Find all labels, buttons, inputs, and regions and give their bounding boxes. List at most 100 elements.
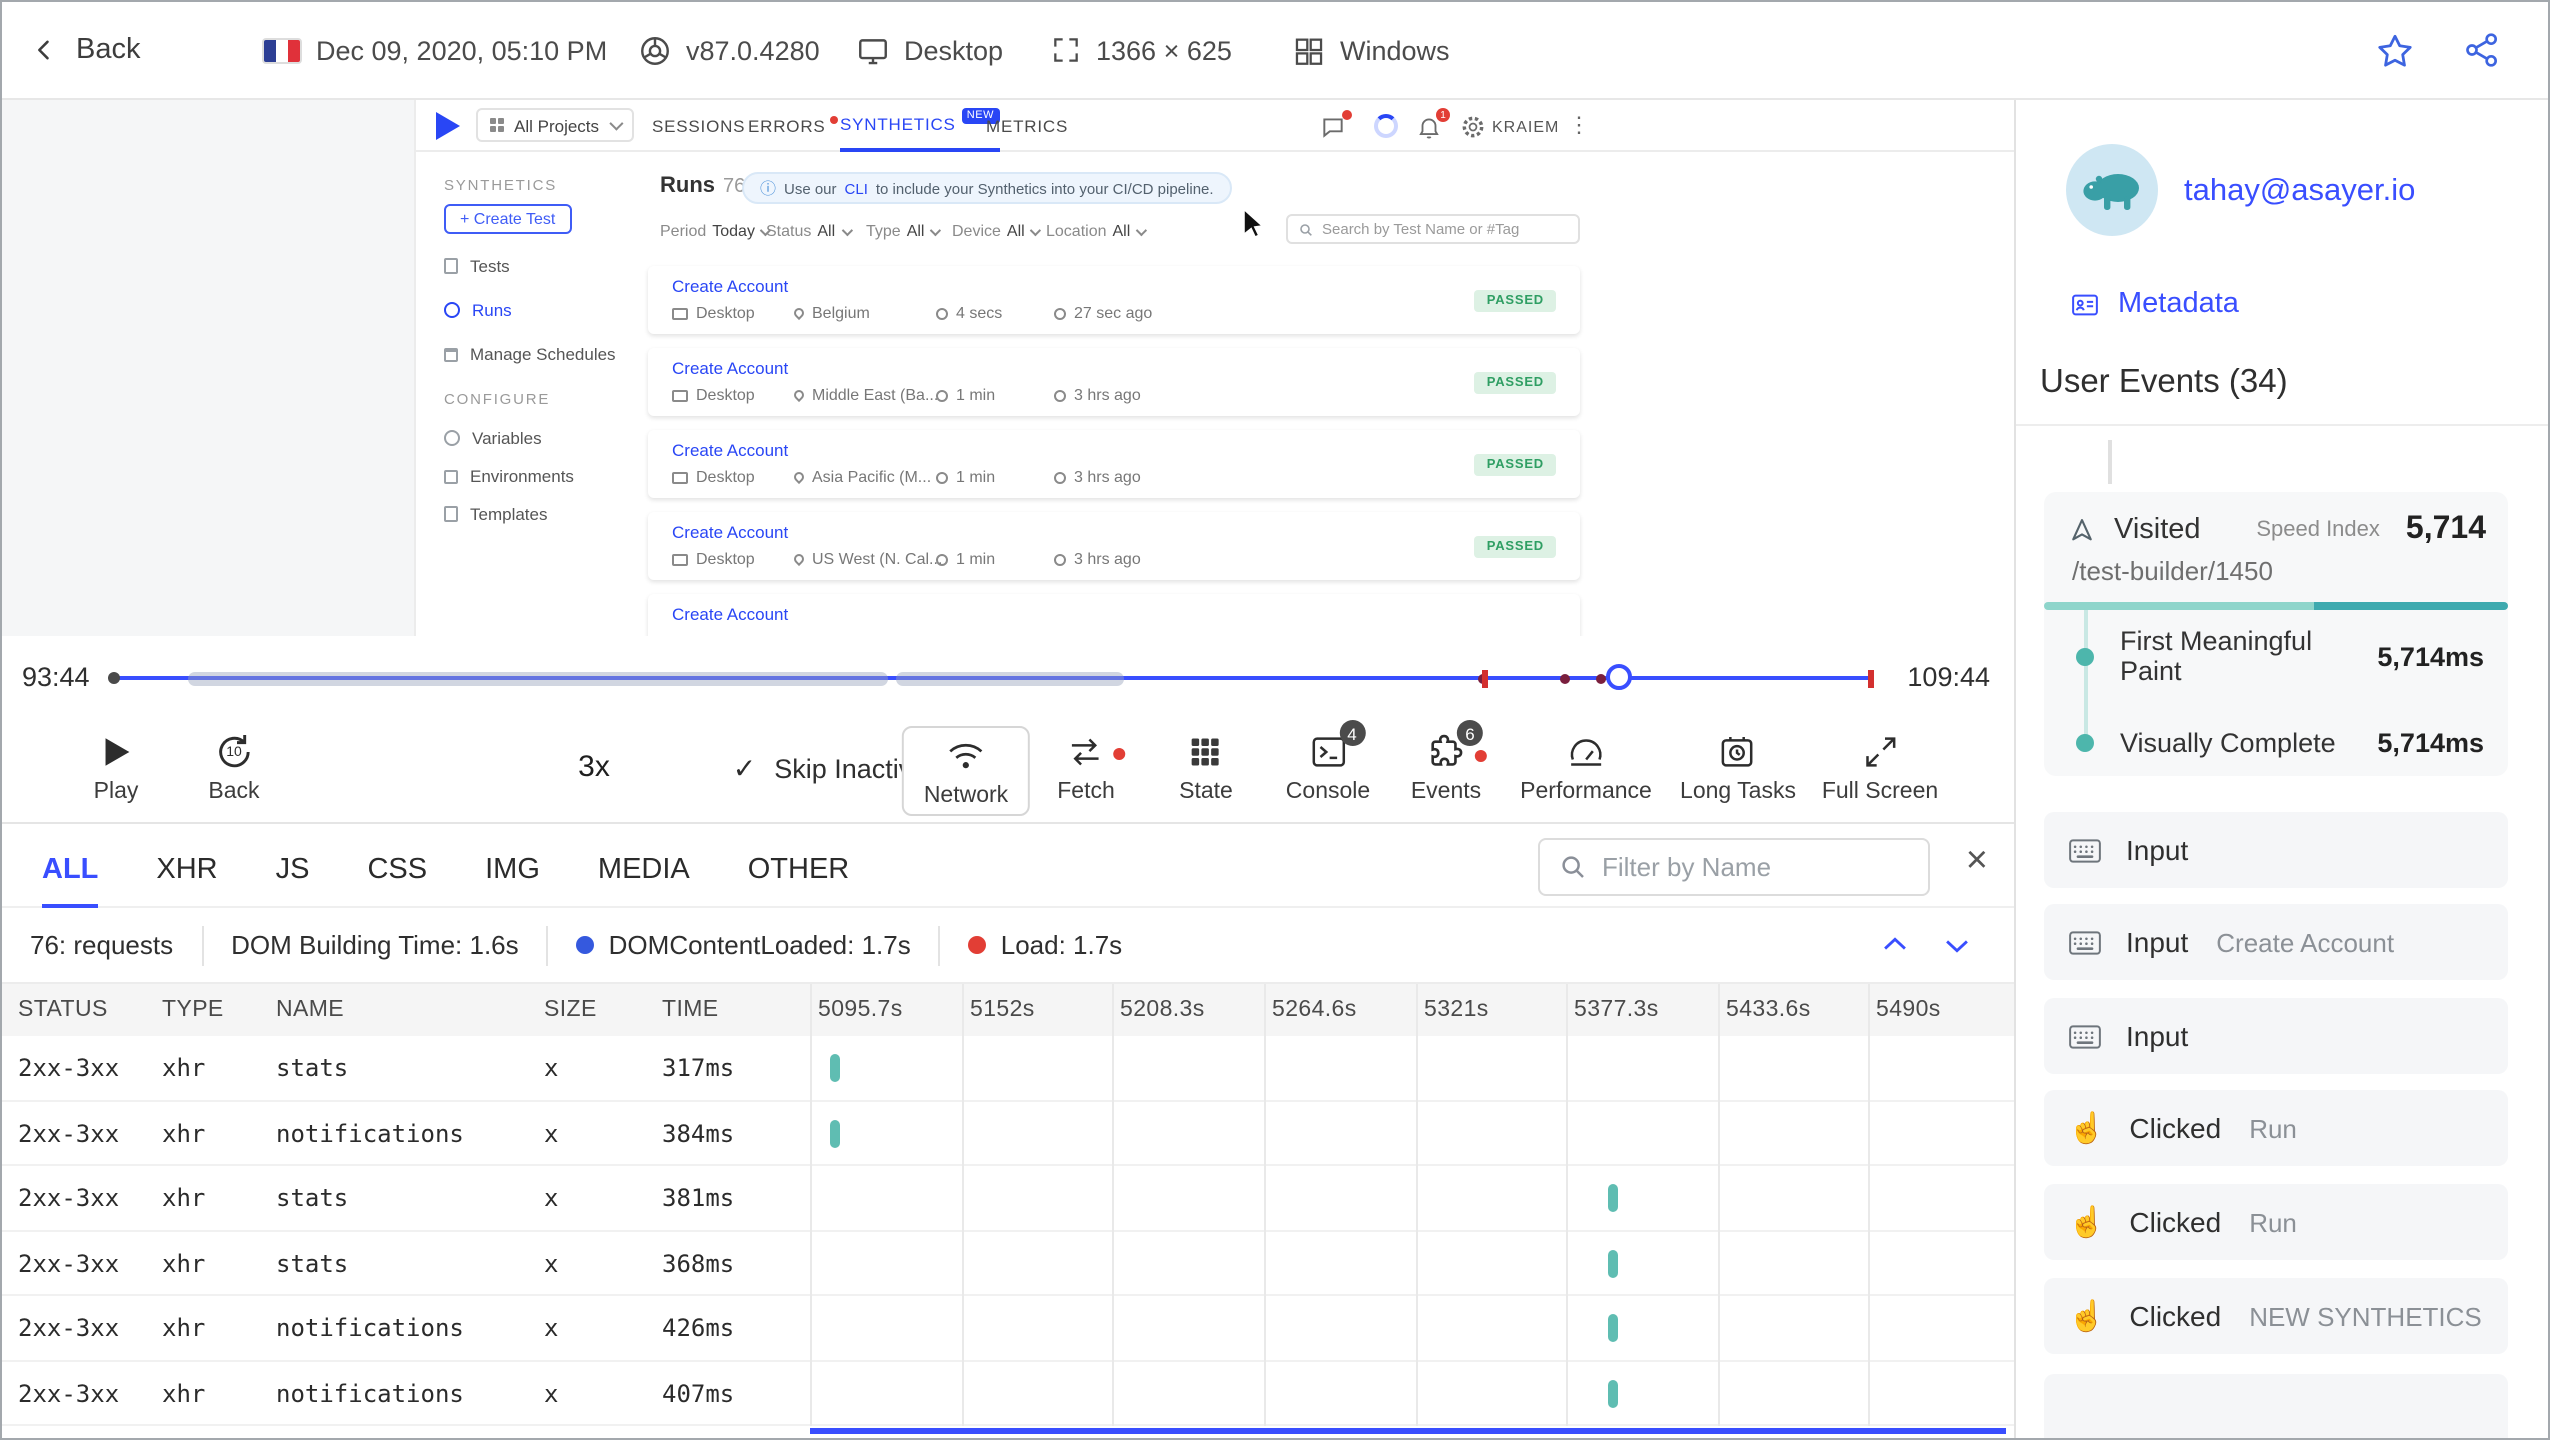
event-marker[interactable] <box>1596 673 1606 683</box>
cli-banner: ⓘ Use our CLI to include your Synthetics… <box>742 172 1232 204</box>
performance-button[interactable]: Performance <box>1520 730 1652 804</box>
metric-label: Visually Complete <box>2120 727 2336 757</box>
request-row[interactable]: 2xx-3xx xhr stats x 381ms <box>2 1166 2014 1231</box>
tab-all[interactable]: ALL <box>42 854 99 908</box>
input-event-card[interactable]: Input Create Account <box>2044 904 2508 980</box>
project-selector-label: All Projects <box>514 115 600 135</box>
fetch-button[interactable]: Fetch <box>1057 730 1126 804</box>
timer-icon <box>936 307 948 319</box>
create-test-button: + Create Test <box>444 204 572 234</box>
id-card-icon <box>2068 289 2102 319</box>
pin-icon <box>791 387 807 403</box>
back-10s-button[interactable]: 10 Back <box>208 730 260 804</box>
input-event-card[interactable]: Input <box>2044 998 2508 1074</box>
windows-icon <box>1292 33 1326 67</box>
tab-other[interactable]: OTHER <box>748 854 850 908</box>
error-marker[interactable] <box>1868 669 1873 687</box>
run-ago: 3 hrs ago <box>1074 550 1141 568</box>
time-col: 5433.6s <box>1726 998 1811 1022</box>
play-icon <box>94 730 138 774</box>
panel-scrollbar[interactable] <box>810 1428 2006 1434</box>
tab-img[interactable]: IMG <box>485 854 540 908</box>
runs-title-label: Runs <box>660 174 715 198</box>
top-bar: Back Dec 09, 2020, 05:10 PM v87.0.4280 D… <box>2 2 2548 100</box>
request-row[interactable]: 2xx-3xx xhr notifications x 384ms <box>2 1101 2014 1166</box>
sidebar-item-templates: Templates <box>444 504 548 524</box>
tab-js[interactable]: JS <box>276 854 310 908</box>
run-card: Create Account PASSED <box>648 594 1580 636</box>
performance-label: Performance <box>1520 780 1652 804</box>
request-row[interactable]: 2xx-3xx xhr stats x 368ms <box>2 1231 2014 1296</box>
request-row[interactable]: 2xx-3xx xhr stats x 317ms <box>2 1036 2014 1101</box>
run-duration: 4 secs <box>956 304 1003 322</box>
run-location: Asia Pacific (M... <box>812 468 932 486</box>
input-event-card[interactable]: Input <box>2044 812 2508 888</box>
timeline-track[interactable] <box>108 664 1873 690</box>
browser-version: v87.0.4280 <box>686 35 820 65</box>
network-button[interactable]: Network <box>901 726 1031 816</box>
long-tasks-button[interactable]: Long Tasks <box>1680 730 1796 804</box>
playhead-handle[interactable] <box>1606 664 1632 690</box>
event-detail: Run <box>2249 1207 2297 1237</box>
request-row[interactable]: 2xx-3xx xhr notifications x 407ms <box>2 1361 2014 1426</box>
clicked-event-card[interactable]: ☝ Clicked NEW SYNTHETICS <box>2044 1278 2508 1354</box>
favorite-button[interactable] <box>2374 2 2416 98</box>
replay-viewport[interactable]: All Projects SESSIONS ERRORS SYNTHETICS … <box>2 100 2014 636</box>
event-type: Clicked <box>2129 1300 2222 1332</box>
run-device: Desktop <box>696 468 755 486</box>
clicked-event-card[interactable]: ☝ Clicked Run <box>2044 1090 2508 1166</box>
close-panel-icon[interactable]: × <box>1966 842 1988 880</box>
back-button[interactable]: Back <box>30 2 141 98</box>
filter-device: Device All <box>952 222 1042 240</box>
tab-media[interactable]: MEDIA <box>598 854 690 908</box>
metadata-button[interactable]: Metadata <box>2068 288 2239 320</box>
filter-value: All <box>1112 222 1131 240</box>
alert-dot-icon <box>1342 110 1352 120</box>
run-ago: 3 hrs ago <box>1074 468 1141 486</box>
tab-xhr[interactable]: XHR <box>156 854 217 908</box>
share-button[interactable] <box>2462 2 2502 98</box>
device-info: Desktop <box>856 2 1003 98</box>
clock-icon <box>1054 307 1066 319</box>
state-button[interactable]: State <box>1179 730 1233 804</box>
event-type: Input <box>2126 1020 2189 1052</box>
current-time: 93:44 <box>22 662 90 692</box>
console-button[interactable]: 4 Console <box>1286 720 1370 804</box>
tab-css[interactable]: CSS <box>367 854 427 908</box>
chevron-left-icon <box>30 36 58 64</box>
run-device: Desktop <box>696 386 755 404</box>
speed-index-label: Speed Index <box>2256 518 2380 542</box>
os-info: Windows <box>1292 2 1450 98</box>
full-screen-button[interactable]: Full Screen <box>1822 730 1938 804</box>
sidebar-section-configure: CONFIGURE <box>444 390 551 408</box>
next-request-button[interactable] <box>1940 928 1974 962</box>
filter-type: Type All <box>866 222 942 240</box>
event-connector <box>2108 440 2112 484</box>
error-marker[interactable] <box>1482 669 1487 687</box>
prev-request-button[interactable] <box>1878 928 1912 962</box>
clock-icon <box>1054 471 1066 483</box>
run-card: Create Account Desktop Asia Pacific (M..… <box>648 430 1580 498</box>
event-marker[interactable] <box>1560 673 1570 683</box>
run-card: Create Account Desktop US West (N. Cal..… <box>648 512 1580 580</box>
events-button[interactable]: 6 Events <box>1411 720 1487 804</box>
speed-toggle[interactable]: 3x <box>578 750 610 784</box>
request-row[interactable]: 2xx-3xx xhr notifications x 426ms <box>2 1296 2014 1361</box>
clicked-event-card[interactable]: ☝ Clicked Run <box>2044 1184 2508 1260</box>
filter-label: Device <box>952 222 1001 240</box>
templates-label: Templates <box>470 504 548 524</box>
request-timing-bar <box>1608 1314 1618 1342</box>
run-name-link: Create Account <box>672 522 789 542</box>
run-card: Create Account Desktop Middle East (Ba..… <box>648 348 1580 416</box>
console-count-badge: 4 <box>1338 720 1365 746</box>
load-label: Load: 1.7s <box>1000 930 1123 960</box>
metric-connector <box>2084 610 2088 742</box>
speed-progress-bar <box>2044 602 2508 610</box>
event-card-partial[interactable] <box>2044 1374 2508 1438</box>
visited-event-card[interactable]: Visited Speed Index 5,714 /test-builder/… <box>2044 492 2508 776</box>
fetch-icon <box>1064 730 1126 774</box>
network-filter-input[interactable] <box>1602 852 1910 882</box>
chevron-down-icon <box>1030 223 1042 236</box>
play-button[interactable]: Play <box>94 730 138 804</box>
recorded-user-name: KRAIEM <box>1492 118 1560 136</box>
